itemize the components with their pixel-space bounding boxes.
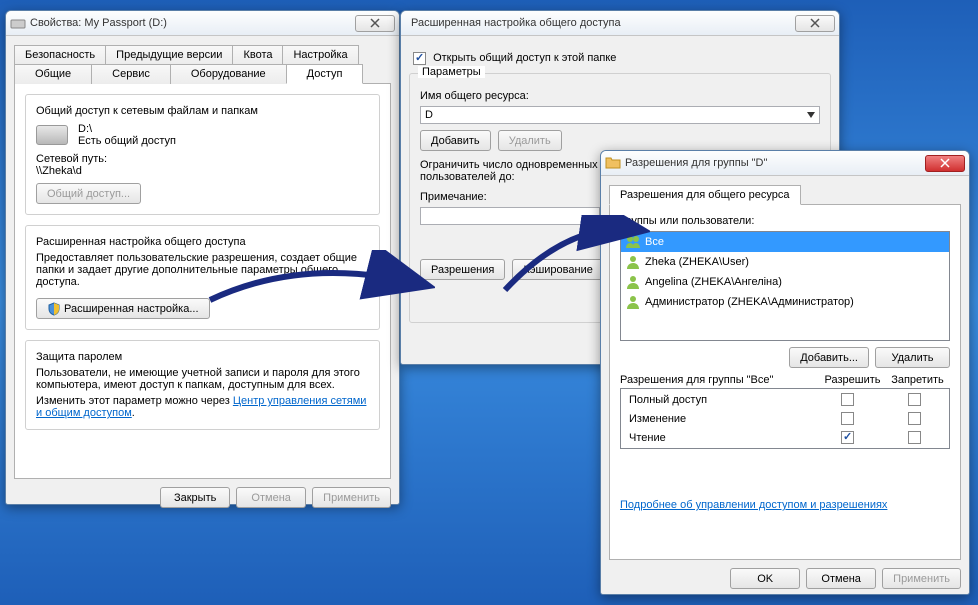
chevron-down-icon (807, 112, 815, 118)
tab-strip: Безопасность Предыдущие версии Квота Нас… (14, 44, 391, 84)
permissions-table: Полный доступ Изменение Чтение (620, 388, 950, 449)
table-row: Чтение (623, 429, 947, 446)
permissions-window: Разрешения для группы "D" Разрешения для… (600, 150, 970, 595)
list-item[interactable]: Все (621, 232, 949, 252)
col-deny: Запретить (885, 374, 950, 386)
password-desc: Пользователи, не имеющие учетной записи … (36, 367, 369, 391)
drive-icon (36, 125, 68, 145)
add-button[interactable]: Добавить (420, 130, 491, 151)
table-row: Полный доступ (623, 391, 947, 408)
allow-checkbox[interactable] (841, 393, 854, 406)
remove-button[interactable]: Удалить (498, 130, 562, 151)
ok-button[interactable]: OK (730, 568, 800, 589)
list-item[interactable]: Zheka (ZHEKA\User) (621, 252, 949, 272)
user-name: Zheka (ZHEKA\User) (645, 256, 749, 268)
apply-button[interactable]: Применить (882, 568, 961, 589)
params-legend: Параметры (418, 66, 485, 78)
share-button[interactable]: Общий доступ... (36, 183, 141, 204)
allow-checkbox[interactable] (841, 431, 854, 444)
advanced-heading: Расширенная настройка общего доступа (36, 236, 369, 248)
add-button[interactable]: Добавить... (789, 347, 869, 368)
netpath-label: Сетевой путь: (36, 153, 369, 165)
titlebar[interactable]: Разрешения для группы "D" (601, 151, 969, 176)
tab-customize[interactable]: Настройка (282, 45, 358, 64)
titlebar[interactable]: Свойства: My Passport (D:) (6, 11, 399, 36)
deny-checkbox[interactable] (908, 412, 921, 425)
button-row: Закрыть Отмена Применить (14, 479, 391, 516)
folder-icon (605, 155, 621, 171)
table-row: Изменение (623, 410, 947, 427)
drive-label: D:\ (78, 123, 176, 135)
password-heading: Защита паролем (36, 351, 369, 363)
perm-name: Чтение (623, 429, 813, 446)
open-share-checkbox[interactable] (413, 52, 426, 65)
cancel-button[interactable]: Отмена (236, 487, 306, 508)
share-status: Есть общий доступ (78, 135, 176, 147)
button-row: OK Отмена Применить (609, 560, 961, 597)
users-list[interactable]: Все Zheka (ZHEKA\User) Angelina (ZHEKA\А… (620, 231, 950, 341)
network-share-group: Общий доступ к сетевым файлам и папкам D… (25, 94, 380, 215)
perms-for-label: Разрешения для группы "Все" (620, 374, 820, 386)
learn-more-link[interactable]: Подробнее об управлении доступом и разре… (620, 499, 887, 511)
close-button[interactable] (925, 155, 965, 172)
titlebar[interactable]: Расширенная настройка общего доступа (401, 11, 839, 36)
netpath-value: \\Zheka\d (36, 165, 369, 177)
advanced-settings-button[interactable]: Расширенная настройка... (36, 298, 210, 319)
password-group: Защита паролем Пользователи, не имеющие … (25, 340, 380, 430)
deny-checkbox[interactable] (908, 393, 921, 406)
drive-icon (10, 15, 26, 31)
list-item[interactable]: Администратор (ZHEKA\Администратор) (621, 292, 949, 312)
user-icon (625, 294, 641, 310)
user-button-row: Добавить... Удалить (620, 341, 950, 374)
annotation-arrow-icon (205, 250, 435, 305)
cancel-button[interactable]: Отмена (806, 568, 876, 589)
perm-name: Изменение (623, 410, 813, 427)
share-heading: Общий доступ к сетевым файлам и папкам (36, 105, 369, 117)
advanced-btn-label: Расширенная настройка... (64, 303, 199, 315)
sharename-value: D (425, 109, 433, 121)
col-allow: Разрешить (820, 374, 885, 386)
perm-name: Полный доступ (623, 391, 813, 408)
apply-button[interactable]: Применить (312, 487, 391, 508)
tab-prev-versions[interactable]: Предыдущие версии (105, 45, 233, 64)
annotation-arrow-icon (500, 215, 650, 295)
tab-security[interactable]: Безопасность (14, 45, 106, 64)
tab-general[interactable]: Общие (14, 64, 92, 84)
window-body: Разрешения для общего ресурса Группы или… (601, 176, 969, 605)
sharename-dropdown[interactable]: D (420, 106, 820, 124)
tab-hardware[interactable]: Оборудование (170, 64, 287, 84)
tab-panel: Группы или пользователи: Все Zheka (ZHEK… (609, 205, 961, 560)
tab-quota[interactable]: Квота (232, 45, 283, 64)
sharename-label: Имя общего ресурса: (420, 90, 820, 102)
window-title: Расширенная настройка общего доступа (411, 17, 795, 29)
tab-strip: Разрешения для общего ресурса (609, 184, 961, 205)
open-share-label: Открыть общий доступ к этой папке (433, 52, 616, 64)
close-button[interactable] (795, 15, 835, 32)
tab-share-permissions[interactable]: Разрешения для общего ресурса (609, 185, 801, 205)
close-button[interactable] (355, 15, 395, 32)
change-text: Изменить этот параметр можно через (36, 395, 233, 407)
remove-button[interactable]: Удалить (875, 347, 950, 368)
user-name: Angelina (ZHEKA\Ангеліна) (645, 276, 782, 288)
deny-checkbox[interactable] (908, 431, 921, 444)
tab-tools[interactable]: Сервис (91, 64, 171, 84)
tab-sharing[interactable]: Доступ (286, 64, 364, 84)
shield-icon (47, 302, 61, 316)
user-name: Администратор (ZHEKA\Администратор) (645, 296, 854, 308)
groups-label: Группы или пользователи: (620, 215, 950, 227)
close-button[interactable]: Закрыть (160, 487, 230, 508)
window-title: Свойства: My Passport (D:) (30, 17, 355, 29)
allow-checkbox[interactable] (841, 412, 854, 425)
window-title: Разрешения для группы "D" (625, 157, 925, 169)
list-item[interactable]: Angelina (ZHEKA\Ангеліна) (621, 272, 949, 292)
